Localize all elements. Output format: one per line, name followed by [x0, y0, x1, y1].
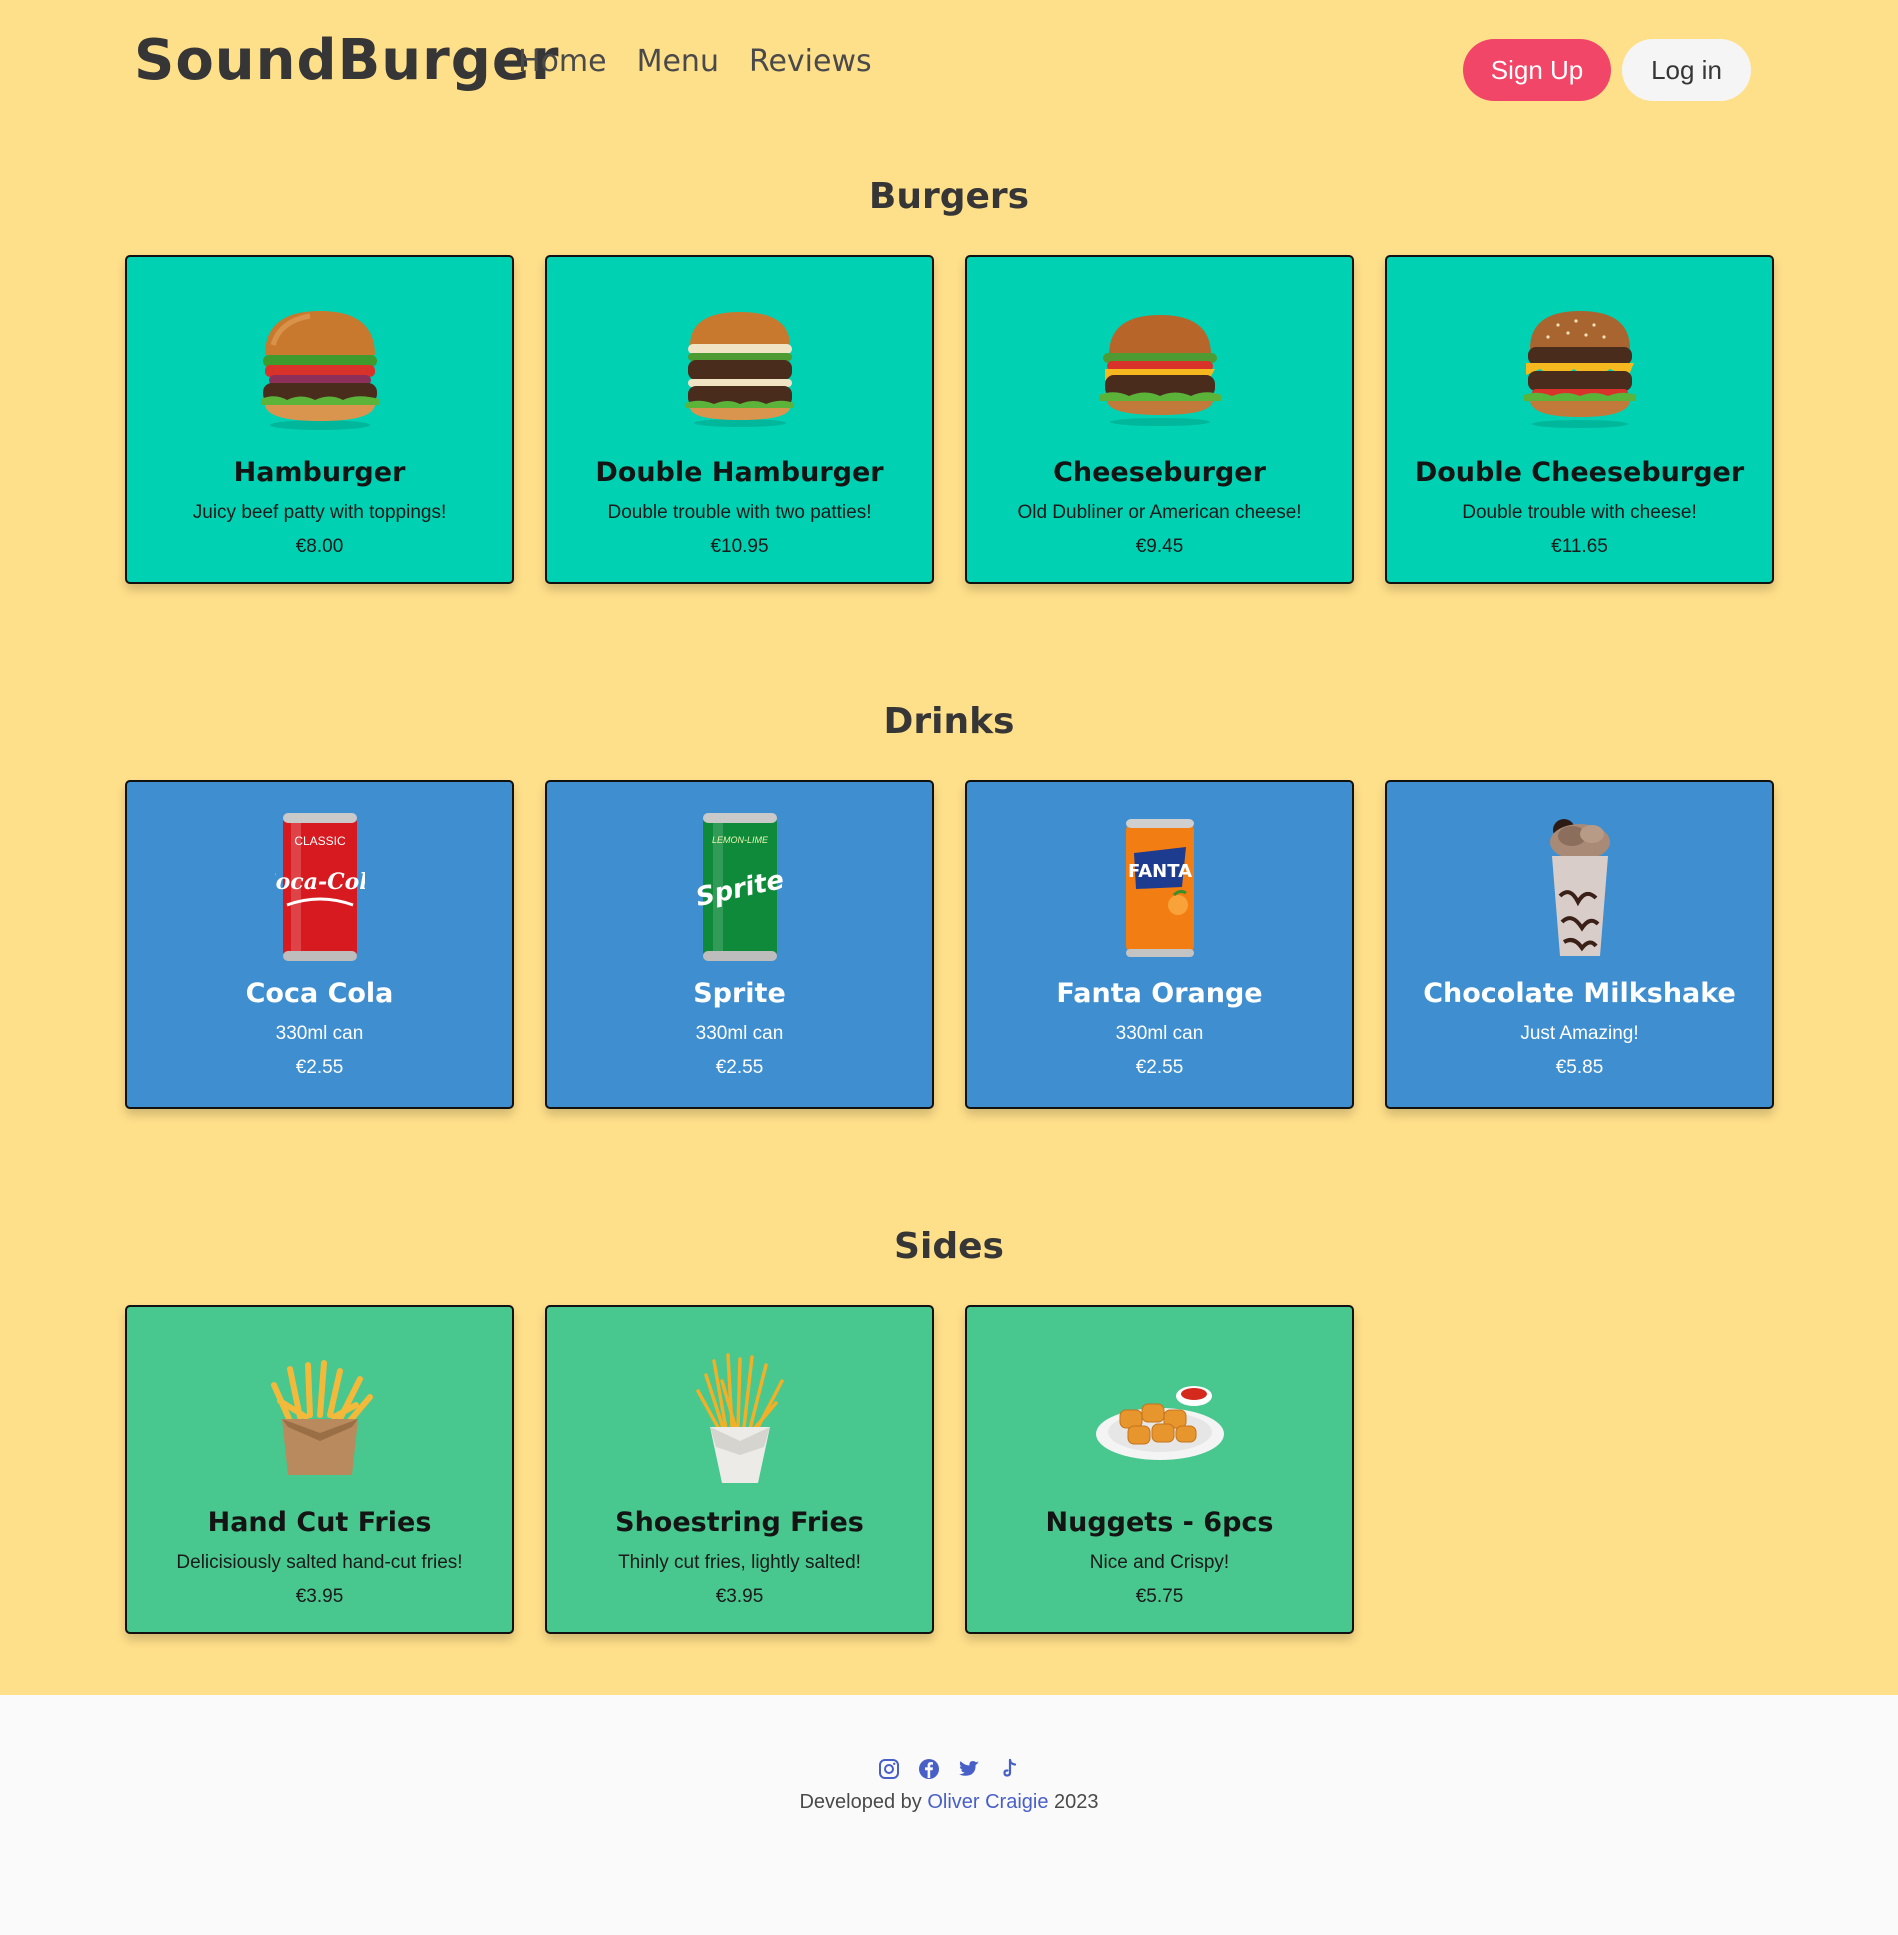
menu-card-sprite[interactable]: LEMON-LIME Sprite Sprite 330ml can €2.55	[545, 780, 934, 1109]
item-description: Just Amazing!	[1520, 1023, 1639, 1044]
item-name: Chocolate Milkshake	[1423, 978, 1736, 1009]
double-cheeseburger-icon	[1505, 305, 1655, 433]
item-name: Nuggets - 6pcs	[1045, 1507, 1274, 1538]
auth-buttons: Sign Up Log in	[1463, 39, 1751, 101]
section-title-drinks: Drinks	[883, 701, 1015, 742]
item-name: Coca Cola	[245, 978, 394, 1009]
menu-card-nuggets[interactable]: Nuggets - 6pcs Nice and Crispy! €5.75	[965, 1305, 1354, 1634]
item-price: €2.55	[715, 1057, 764, 1078]
menu-card-coca-cola[interactable]: CLASSIC Coca-Cola Coca Cola 330ml can €2…	[125, 780, 514, 1109]
item-price: €10.95	[710, 536, 769, 557]
menu-card-fanta-orange[interactable]: FANTA Fanta Orange 330ml can €2.55	[965, 780, 1354, 1109]
section-title-sides: Sides	[894, 1226, 1004, 1267]
section-title-burgers: Burgers	[868, 176, 1030, 217]
item-description: Double trouble with cheese!	[1462, 502, 1697, 523]
item-name: Double Cheeseburger	[1414, 457, 1745, 488]
nav-home[interactable]: Home	[518, 44, 607, 79]
credit-year: 2023	[1054, 1791, 1099, 1813]
sprite-can-icon: LEMON-LIME Sprite	[665, 810, 815, 964]
item-description: 330ml can	[275, 1023, 364, 1044]
nuggets-icon	[1085, 1355, 1235, 1483]
double-burger-icon	[665, 305, 815, 433]
menu-card-shoestring-fries[interactable]: Shoestring Fries Thinly cut fries, light…	[545, 1305, 934, 1634]
item-price: €5.75	[1135, 1586, 1184, 1607]
can-logo-text: Coca-Cola	[275, 869, 365, 895]
burger-icon	[245, 305, 395, 433]
item-description: 330ml can	[1115, 1023, 1204, 1044]
twitter-icon[interactable]	[957, 1757, 981, 1781]
brand-logo[interactable]: SoundBurger	[134, 28, 559, 93]
fries-bag-icon	[245, 1355, 395, 1483]
menu-card-double-hamburger[interactable]: Double Hamburger Double trouble with two…	[545, 255, 934, 584]
item-name: Sprite	[693, 978, 786, 1009]
item-price: €2.55	[1135, 1057, 1184, 1078]
item-description: Delicisiously salted hand-cut fries!	[176, 1552, 463, 1573]
menu-card-chocolate-milkshake[interactable]: Chocolate Milkshake Just Amazing! €5.85	[1385, 780, 1774, 1109]
item-price: €3.95	[295, 1586, 344, 1607]
menu-card-cheeseburger[interactable]: Cheeseburger Old Dubliner or American ch…	[965, 255, 1354, 584]
menu-card-double-cheeseburger[interactable]: Double Cheeseburger Double trouble with …	[1385, 255, 1774, 584]
fanta-can-icon: FANTA	[1085, 810, 1235, 964]
sign-up-button[interactable]: Sign Up	[1463, 39, 1611, 101]
item-price: €8.00	[295, 536, 344, 557]
navbar: SoundBurger Home Menu Reviews Sign Up Lo…	[0, 0, 1898, 140]
item-price: €9.45	[1135, 536, 1184, 557]
footer: Developed by Oliver Craigie 2023	[0, 1695, 1898, 1935]
credit-prefix: Developed by	[799, 1791, 922, 1813]
menu-card-hamburger[interactable]: Hamburger Juicy beef patty with toppings…	[125, 255, 514, 584]
can-label-text: CLASSIC	[294, 834, 346, 848]
fries-cup-icon	[665, 1353, 815, 1483]
item-name: Shoestring Fries	[615, 1507, 864, 1538]
item-name: Fanta Orange	[1056, 978, 1263, 1009]
footer-credit: Developed by Oliver Craigie 2023	[0, 1791, 1898, 1814]
item-description: 330ml can	[695, 1023, 784, 1044]
item-description: Thinly cut fries, lightly salted!	[618, 1552, 861, 1573]
burgers-grid: Hamburger Juicy beef patty with toppings…	[125, 255, 1774, 584]
milkshake-icon	[1505, 810, 1655, 964]
social-links	[0, 1757, 1898, 1781]
item-price: €2.55	[295, 1057, 344, 1078]
nav-reviews[interactable]: Reviews	[749, 44, 872, 79]
item-name: Hand Cut Fries	[207, 1507, 432, 1538]
can-logo-text: FANTA	[1127, 861, 1191, 882]
nav-menu[interactable]: Menu	[637, 44, 719, 79]
item-name: Hamburger	[233, 457, 406, 488]
item-description: Old Dubliner or American cheese!	[1017, 502, 1302, 523]
log-in-button[interactable]: Log in	[1622, 39, 1751, 101]
item-name: Double Hamburger	[595, 457, 884, 488]
item-description: Juicy beef patty with toppings!	[192, 502, 447, 523]
item-price: €5.85	[1555, 1057, 1604, 1078]
instagram-icon[interactable]	[877, 1757, 901, 1781]
item-price: €3.95	[715, 1586, 764, 1607]
coca-cola-can-icon: CLASSIC Coca-Cola	[245, 810, 395, 964]
sides-grid: Hand Cut Fries Delicisiously salted hand…	[125, 1305, 1774, 1634]
tiktok-icon[interactable]	[997, 1757, 1021, 1781]
drinks-grid: CLASSIC Coca-Cola Coca Cola 330ml can €2…	[125, 780, 1774, 1109]
item-description: Double trouble with two patties!	[607, 502, 872, 523]
item-description: Nice and Crispy!	[1089, 1552, 1230, 1573]
item-price: €11.65	[1551, 536, 1608, 557]
menu-card-hand-cut-fries[interactable]: Hand Cut Fries Delicisiously salted hand…	[125, 1305, 514, 1634]
item-name: Cheeseburger	[1053, 457, 1266, 488]
author-link[interactable]: Oliver Craigie	[927, 1791, 1048, 1813]
facebook-icon[interactable]	[917, 1757, 941, 1781]
nav-links: Home Menu Reviews	[518, 44, 872, 79]
cheeseburger-icon	[1085, 305, 1235, 433]
can-label-text: LEMON-LIME	[711, 835, 768, 845]
